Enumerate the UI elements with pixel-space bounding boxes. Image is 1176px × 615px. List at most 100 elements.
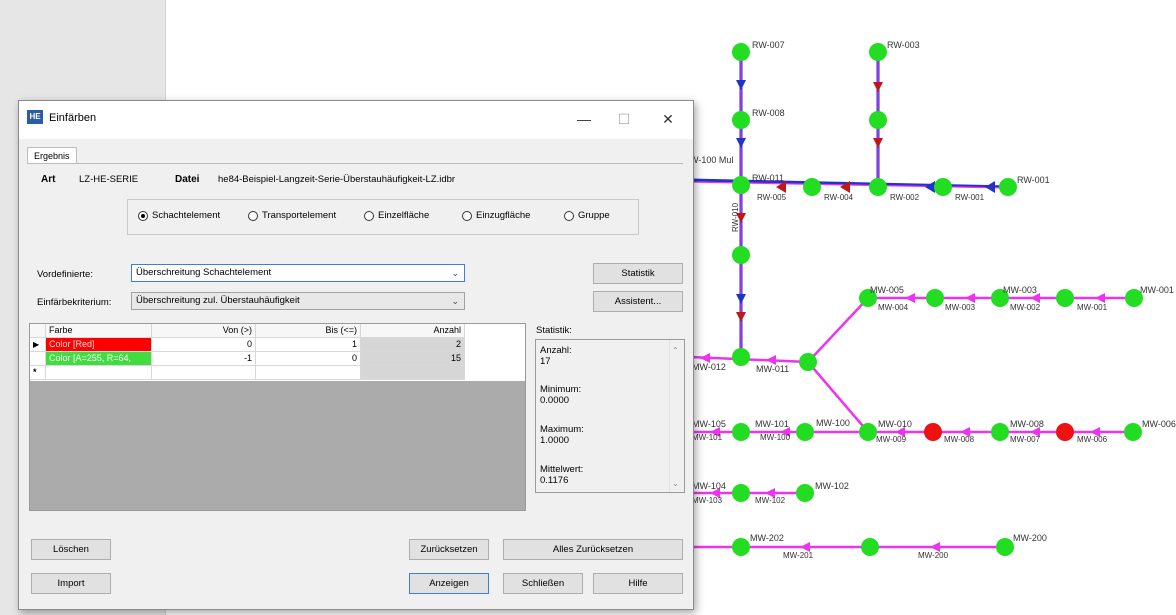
- app-icon: HE: [27, 110, 43, 124]
- mittelwert-value: 0.1176: [540, 475, 569, 486]
- node-label: MW-008: [1010, 419, 1044, 429]
- node-label: MW-104: [692, 481, 726, 491]
- pipe-label: MW-101: [692, 433, 723, 442]
- vordefinierte-value: Überschreitung Schachtelement: [136, 267, 272, 278]
- dialog-title: Einfärben: [49, 112, 97, 124]
- anzahl-label: Anzahl:: [540, 345, 572, 356]
- column-header-farbe[interactable]: Farbe: [46, 324, 152, 338]
- anzahl-value: 17: [540, 356, 551, 367]
- kriterium-label: Einfärbekriterium:: [37, 297, 112, 308]
- loeschen-button[interactable]: Löschen: [31, 539, 111, 560]
- radio-selected-icon: [138, 210, 148, 221]
- import-button[interactable]: Import: [31, 573, 111, 594]
- vordefinierte-label: Vordefinierte:: [37, 269, 93, 280]
- node-label: RW-008: [752, 108, 785, 118]
- chevron-up-icon[interactable]: ⌃: [672, 346, 679, 355]
- tab-ergebnis[interactable]: Ergebnis: [27, 147, 77, 164]
- assistent-button[interactable]: Assistent...: [593, 291, 683, 312]
- grid-cell-bis[interactable]: 0: [256, 352, 361, 366]
- pipe-label: RW-004: [824, 193, 854, 202]
- arrow-icon: [873, 82, 883, 92]
- chevron-down-icon: ⌄: [451, 296, 459, 306]
- close-button[interactable]: ✕: [653, 107, 683, 131]
- mittelwert-label: Mittelwert:: [540, 464, 584, 475]
- minimum-label: Minimum:: [540, 384, 582, 395]
- chevron-down-icon[interactable]: ⌄: [672, 479, 679, 488]
- hilfe-button[interactable]: Hilfe: [593, 573, 683, 594]
- radio-einzelflaeche[interactable]: Einzelfläche: [364, 210, 429, 221]
- radio-label: Einzugfläche: [476, 210, 531, 221]
- datei-label: Datei: [175, 174, 200, 185]
- datei-value: he84-Beispiel-Langzeit-Serie-Überstauhäu…: [218, 174, 456, 185]
- radio-label: Einzelfläche: [378, 210, 430, 221]
- pipe-label: MW-100: [760, 433, 791, 442]
- grid-cell-new[interactable]: [256, 366, 361, 380]
- pipe-label: RW-005: [757, 193, 787, 202]
- node-label: MW-100: [816, 418, 850, 428]
- grid-cell-von[interactable]: -1: [152, 352, 256, 366]
- grid-cell-new[interactable]: [46, 366, 152, 380]
- row-header-corner: [30, 324, 46, 338]
- node-label: RW-011: [752, 173, 784, 183]
- zuruecksetzen-button[interactable]: Zurücksetzen: [409, 539, 489, 560]
- column-header-anzahl[interactable]: Anzahl: [361, 324, 465, 338]
- node-rw-008: [732, 111, 750, 129]
- grid-cell-farbe[interactable]: Color [Red]: [46, 338, 152, 352]
- arrow-icon: [873, 138, 883, 148]
- pipe-label: MW-004: [878, 303, 909, 312]
- grid-cell-anzahl: 2: [361, 338, 465, 352]
- pipe-label: MW-001: [1077, 303, 1108, 312]
- pipe-label: MW-008: [944, 435, 975, 444]
- node-exceeded: [1056, 423, 1074, 441]
- dialog-titlebar[interactable]: HE Einfärben — ☐ ✕: [19, 101, 693, 139]
- color-grid[interactable]: Farbe Von (>) Bis (<=) Anzahl ▶ Color [R…: [29, 323, 526, 511]
- einfaerben-dialog: HE Einfärben — ☐ ✕ Ergebnis Art LZ-HE-SE…: [18, 100, 694, 610]
- pipe-label: MW-007: [1010, 435, 1041, 444]
- arrow-icon: [736, 312, 746, 322]
- grid-cell-anzahl: 15: [361, 352, 465, 366]
- node-rw-001: [999, 178, 1017, 196]
- radio-schachtelement[interactable]: Schachtelement: [138, 210, 220, 221]
- grid-cell-bis[interactable]: 1: [256, 338, 361, 352]
- grid-empty-area: [30, 381, 525, 510]
- grid-cell-farbe[interactable]: Color [A=255, R=64,: [46, 352, 152, 366]
- grid-cell-new[interactable]: [152, 366, 256, 380]
- column-header-von[interactable]: Von (>): [152, 324, 256, 338]
- pipe-label: MW-102: [755, 496, 786, 505]
- arrow-icon: [736, 138, 746, 148]
- node-label: MW-011: [756, 364, 789, 374]
- node-label: MW-105: [692, 419, 726, 429]
- pipe-label: MW-201: [783, 551, 814, 560]
- column-header-bis[interactable]: Bis (<=): [256, 324, 361, 338]
- anzeigen-button[interactable]: Anzeigen: [409, 573, 489, 594]
- arrow-icon: [925, 181, 935, 193]
- pipe-label: MW-003: [945, 303, 976, 312]
- node-label: RW-001: [1017, 175, 1050, 185]
- radio-gruppe[interactable]: Gruppe: [564, 210, 610, 221]
- node-rw-junction: [869, 178, 887, 196]
- radio-label: Transportelement: [262, 210, 337, 221]
- kriterium-select[interactable]: Überschreitung zul. Überstauhäufigkeit ⌄: [131, 292, 465, 310]
- pipe-label: RW-002: [890, 193, 920, 202]
- pipe-label: RW-001: [955, 193, 985, 202]
- current-row-icon: ▶: [30, 338, 46, 352]
- schliessen-button[interactable]: Schließen: [503, 573, 583, 594]
- maximize-button[interactable]: ☐: [609, 107, 639, 131]
- node-label: MW-012: [692, 362, 726, 372]
- radio-icon: [564, 210, 574, 221]
- alles-zuruecksetzen-button[interactable]: Alles Zurücksetzen: [503, 539, 683, 560]
- minimum-value: 0.0000: [540, 395, 570, 406]
- vordefinierte-select[interactable]: Überschreitung Schachtelement ⌄: [131, 264, 465, 282]
- statistik-label: Statistik:: [536, 325, 572, 336]
- radio-label: Gruppe: [578, 210, 610, 221]
- statistik-scrollbar[interactable]: ⌃ ⌄: [669, 340, 684, 492]
- grid-cell-von[interactable]: 0: [152, 338, 256, 352]
- node-label: MW-001: [1140, 285, 1174, 295]
- statistik-button[interactable]: Statistik: [593, 263, 683, 284]
- pipe-label: MW-103: [692, 496, 723, 505]
- minimize-button[interactable]: —: [569, 107, 599, 131]
- radio-einzugflaeche[interactable]: Einzugfläche: [462, 210, 530, 221]
- node-label: MW-102: [815, 481, 849, 491]
- radio-transportelement[interactable]: Transportelement: [248, 210, 336, 221]
- statistik-box: Anzahl: 17 Minimum: 0.0000 Maximum: 1.00…: [535, 339, 685, 493]
